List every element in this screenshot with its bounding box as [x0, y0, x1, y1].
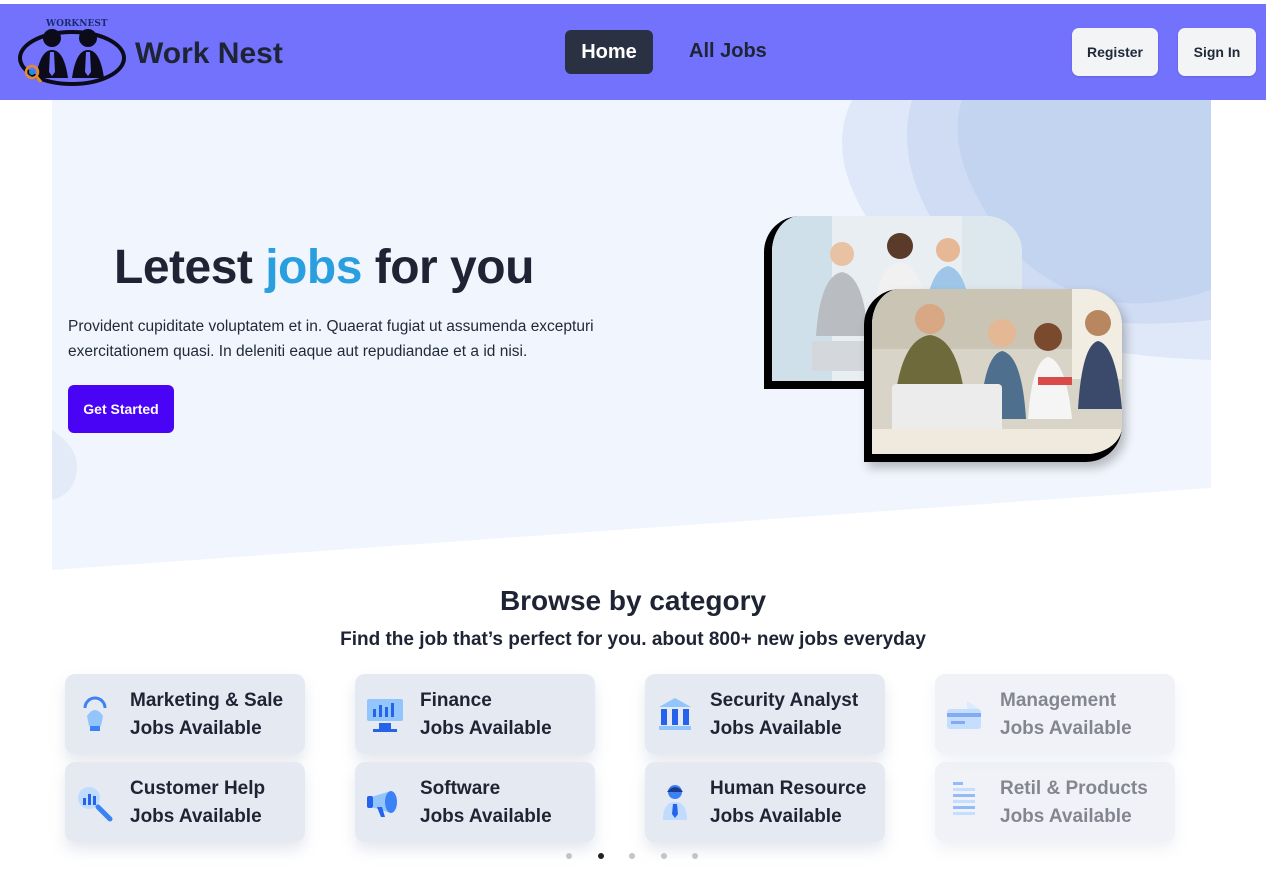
browse-category-subtitle: Find the job that’s perfect for you. abo…: [340, 629, 926, 650]
carousel-pagination: [566, 853, 698, 861]
get-started-button[interactable]: Get Started: [68, 385, 174, 433]
category-name: Software: [420, 778, 501, 799]
svg-text:WORKNEST: WORKNEST: [45, 19, 108, 29]
nav-all-jobs[interactable]: All Jobs: [689, 40, 767, 63]
carousel-dot[interactable]: [692, 853, 698, 859]
category-name: Customer Help: [130, 778, 266, 799]
category-card-management[interactable]: Management Jobs Available: [935, 674, 1175, 754]
credit-card-icon: [941, 690, 989, 738]
chart-monitor-icon: [361, 690, 409, 738]
category-availability: Jobs Available: [710, 718, 842, 739]
document-icon: [941, 778, 989, 826]
category-name: Marketing & Sale: [130, 690, 284, 711]
nav-home[interactable]: Home: [565, 30, 653, 74]
category-availability: Jobs Available: [130, 718, 262, 739]
category-availability: Jobs Available: [420, 718, 552, 739]
team-photo-front: [864, 289, 1122, 462]
category-card-marketing[interactable]: Marketing & Sale Jobs Available: [65, 674, 305, 754]
category-availability: Jobs Available: [1000, 718, 1132, 739]
category-card-software[interactable]: Software Jobs Available: [355, 762, 595, 842]
hero-title-accent: jobs: [265, 241, 362, 294]
worknest-logo[interactable]: WORKNEST: [14, 16, 126, 86]
carousel-dot[interactable]: [660, 853, 667, 859]
hero-description: Provident cupiditate voluptatem et in. Q…: [68, 318, 594, 360]
hero-section: Letest jobs for you Provident cupiditate…: [52, 100, 1211, 570]
category-availability: Jobs Available: [1000, 806, 1132, 827]
category-availability: Jobs Available: [710, 806, 842, 827]
carousel-dot[interactable]: [597, 853, 604, 859]
category-availability: Jobs Available: [420, 806, 552, 827]
person-icon: [651, 778, 699, 826]
brand-name[interactable]: Work Nest: [135, 37, 283, 71]
category-name: Finance: [420, 690, 492, 711]
category-card-retail-products[interactable]: Retil & Products Jobs Available: [935, 762, 1175, 842]
navbar: WORKNEST Work Nest Home All Jobs Registe…: [0, 4, 1266, 100]
carousel-dot[interactable]: [629, 853, 635, 859]
hero-title: Letest jobs for you: [114, 241, 534, 294]
carousel-dot[interactable]: [566, 853, 572, 859]
register-button[interactable]: Register: [1072, 28, 1158, 76]
category-card-finance[interactable]: Finance Jobs Available: [355, 674, 595, 754]
lightbulb-icon: [71, 690, 119, 738]
megaphone-icon: [361, 778, 409, 826]
category-card-security-analyst[interactable]: Security Analyst Jobs Available: [645, 674, 885, 754]
category-card-customer-help[interactable]: Customer Help Jobs Available: [65, 762, 305, 842]
category-name: Security Analyst: [710, 690, 859, 711]
bank-icon: [651, 690, 699, 738]
category-name: Retil & Products: [1000, 778, 1148, 799]
category-name: Management: [1000, 690, 1117, 711]
category-card-human-resource[interactable]: Human Resource Jobs Available: [645, 762, 885, 842]
category-availability: Jobs Available: [130, 806, 262, 827]
browse-category-title: Browse by category: [499, 585, 767, 616]
analytics-search-icon: [71, 778, 119, 826]
sign-in-button[interactable]: Sign In: [1178, 28, 1256, 76]
category-name: Human Resource: [710, 778, 867, 799]
